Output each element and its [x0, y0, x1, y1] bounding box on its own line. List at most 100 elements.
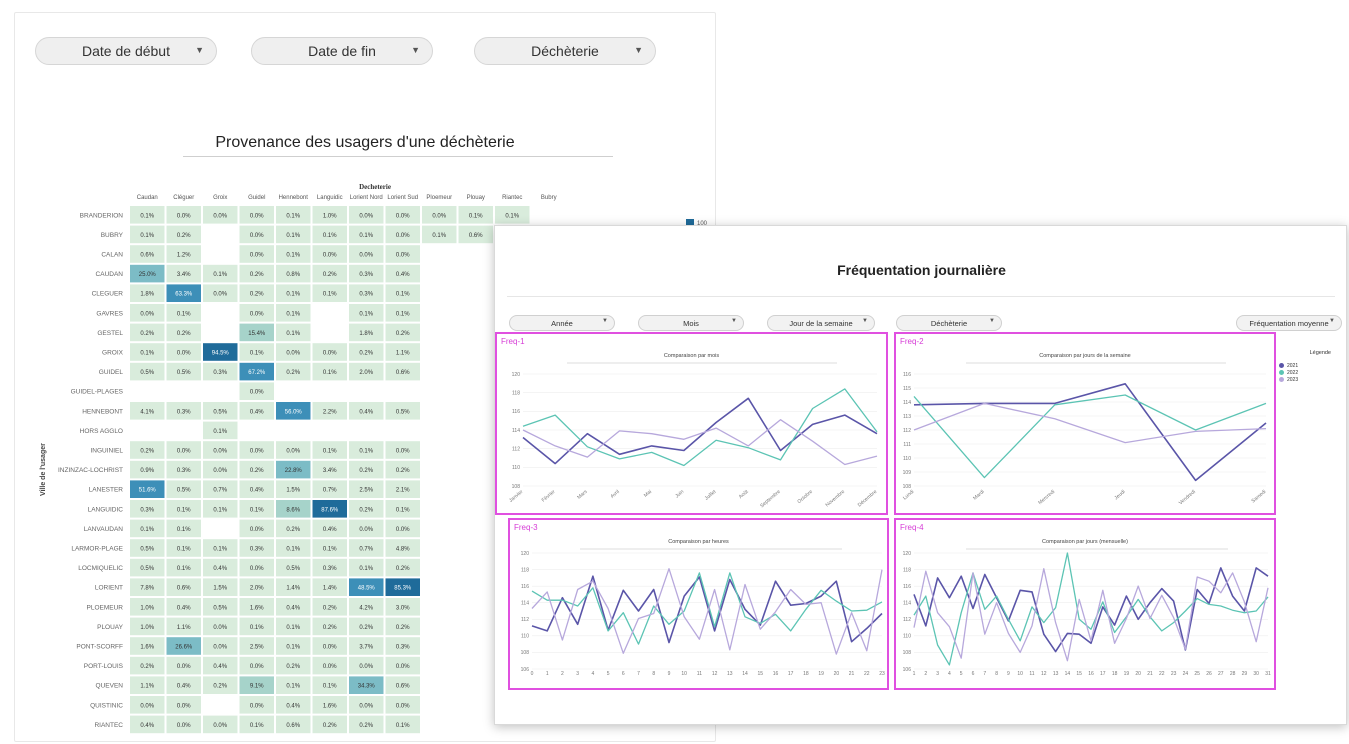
cell-value: 0.0% [396, 527, 410, 533]
cell-value: 0.0% [213, 468, 227, 474]
cell-value: 0.2% [177, 233, 191, 239]
cell-value: 0.0% [359, 527, 373, 533]
chevron-down-icon: ▼ [634, 45, 643, 55]
cell-value: 0.3% [359, 272, 373, 278]
cell-value: 0.4% [140, 723, 154, 729]
legend-item-2022[interactable]: 2022 [1265, 369, 1335, 376]
y-tick-label: 109 [903, 470, 912, 476]
cell-value: 0.4% [396, 272, 410, 278]
cell-value: 63.3% [175, 292, 193, 298]
heatmap-xlabel: Decheterie [359, 183, 391, 191]
cell-value: 0.0% [396, 253, 410, 259]
cell-value: 0.7% [359, 547, 373, 553]
cell-value: 0.0% [359, 703, 373, 709]
heatmap-ylabel: Ville de l'usager [40, 443, 47, 496]
cell-value: 0.2% [250, 468, 264, 474]
legend-item-2021[interactable]: 2021 [1265, 362, 1335, 369]
cell-value: 0.1% [359, 449, 373, 455]
legend-swatch [1279, 370, 1284, 375]
legend-item-2023[interactable]: 2023 [1265, 376, 1335, 383]
cell-value: 0.1% [396, 292, 410, 298]
cell-value: 0.1% [323, 370, 337, 376]
row-label: PLOEMEUR [87, 604, 124, 611]
cell-value: 0.1% [359, 311, 373, 317]
cell-value: 26.6% [175, 645, 193, 651]
column-header: Ploemeur [426, 195, 452, 201]
cell-value: 25.0% [139, 272, 157, 278]
cell-value: 0.0% [323, 253, 337, 259]
cell-value: 0.1% [359, 233, 373, 239]
site-dropdown[interactable]: Déchèterie ▼ [474, 37, 656, 65]
cell-value: 1.2% [177, 253, 191, 259]
x-tick-label: Octobre [796, 489, 814, 505]
cell-value: 85.3% [394, 586, 412, 592]
start-date-label: Date de début [82, 43, 170, 59]
cell-value: 0.2% [359, 625, 373, 631]
x-tick-label: Juin [674, 489, 685, 500]
y-tick-label: 120 [512, 372, 521, 378]
y-tick-label: 118 [903, 567, 911, 573]
x-tick-label: 11 [1029, 671, 1034, 677]
cell-value: 51.6% [139, 488, 157, 494]
column-header: Guidel [248, 195, 265, 201]
x-tick-label: 19 [1124, 671, 1130, 677]
month-dropdown[interactable]: Mois ▼ [638, 315, 744, 331]
cell-value: 0.0% [286, 351, 300, 357]
cell-value: 0.0% [432, 213, 446, 219]
y-tick-label: 120 [903, 551, 912, 557]
cell-value: 0.0% [213, 625, 227, 631]
cell-value: 0.1% [213, 547, 227, 553]
frequentation-panel: Fréquentation journalière Année ▼ Mois ▼… [494, 225, 1347, 725]
title-divider [507, 296, 1335, 297]
cell-value: 0.0% [250, 233, 264, 239]
cell-value: 4.8% [396, 547, 410, 553]
cell-value: 3.0% [396, 605, 410, 611]
cell-value: 0.0% [213, 213, 227, 219]
column-header: Bubry [541, 195, 557, 201]
y-tick-label: 116 [521, 584, 529, 590]
cell-value: 4.1% [140, 409, 154, 415]
cell-value: 0.2% [140, 449, 154, 455]
y-tick-label: 116 [903, 584, 911, 590]
cell-value: 0.3% [396, 645, 410, 651]
chevron-down-icon: ▼ [989, 318, 995, 324]
cell-value: 0.1% [250, 625, 264, 631]
cell-value: 0.4% [177, 684, 191, 690]
cell-value: 0.1% [396, 723, 410, 729]
y-tick-label: 108 [903, 650, 912, 656]
column-header: Lorient Nord [350, 195, 383, 201]
row-label: GUIDEL [99, 369, 124, 376]
cell-value: 0.2% [250, 292, 264, 298]
cell-value: 0.9% [140, 468, 154, 474]
x-tick-label: 14 [742, 671, 748, 677]
weekday-dropdown[interactable]: Jour de la semaine ▼ [767, 315, 875, 331]
y-tick-label: 111 [903, 442, 911, 448]
start-date-dropdown[interactable]: Date de début ▼ [35, 37, 217, 65]
y-tick-label: 108 [903, 484, 912, 490]
row-label: LOCMIQUELIC [78, 565, 123, 572]
cell-value: 3.4% [177, 272, 191, 278]
x-tick-label: Mardi [972, 489, 985, 502]
dashboard-title: Fréquentation journalière [837, 262, 1006, 278]
cell-value: 0.0% [177, 449, 191, 455]
y-tick-label: 116 [512, 409, 520, 415]
cell-value: 1.1% [140, 684, 154, 690]
row-label: GESTEL [97, 330, 123, 337]
x-tick-label: Février [541, 489, 557, 504]
cell-value: 0.1% [177, 547, 191, 553]
metric-dropdown[interactable]: Fréquentation moyenne ▼ [1236, 315, 1342, 331]
cell-value: 0.1% [177, 566, 191, 572]
row-label: INGUINIEL [90, 448, 123, 455]
cell-value: 0.1% [323, 292, 337, 298]
year-dropdown[interactable]: Année ▼ [509, 315, 615, 331]
year-label: Année [551, 318, 573, 328]
end-date-dropdown[interactable]: Date de fin ▼ [251, 37, 433, 65]
legend-label: 2023 [1287, 376, 1299, 383]
site-dropdown-2[interactable]: Déchèterie ▼ [896, 315, 1002, 331]
cell-value: 0.2% [396, 331, 410, 337]
cell-value: 0.0% [359, 253, 373, 259]
cell-value: 0.1% [140, 351, 154, 357]
cell-value: 0.2% [396, 625, 410, 631]
y-tick-label: 106 [521, 667, 530, 673]
x-tick-label: 19 [818, 671, 824, 677]
